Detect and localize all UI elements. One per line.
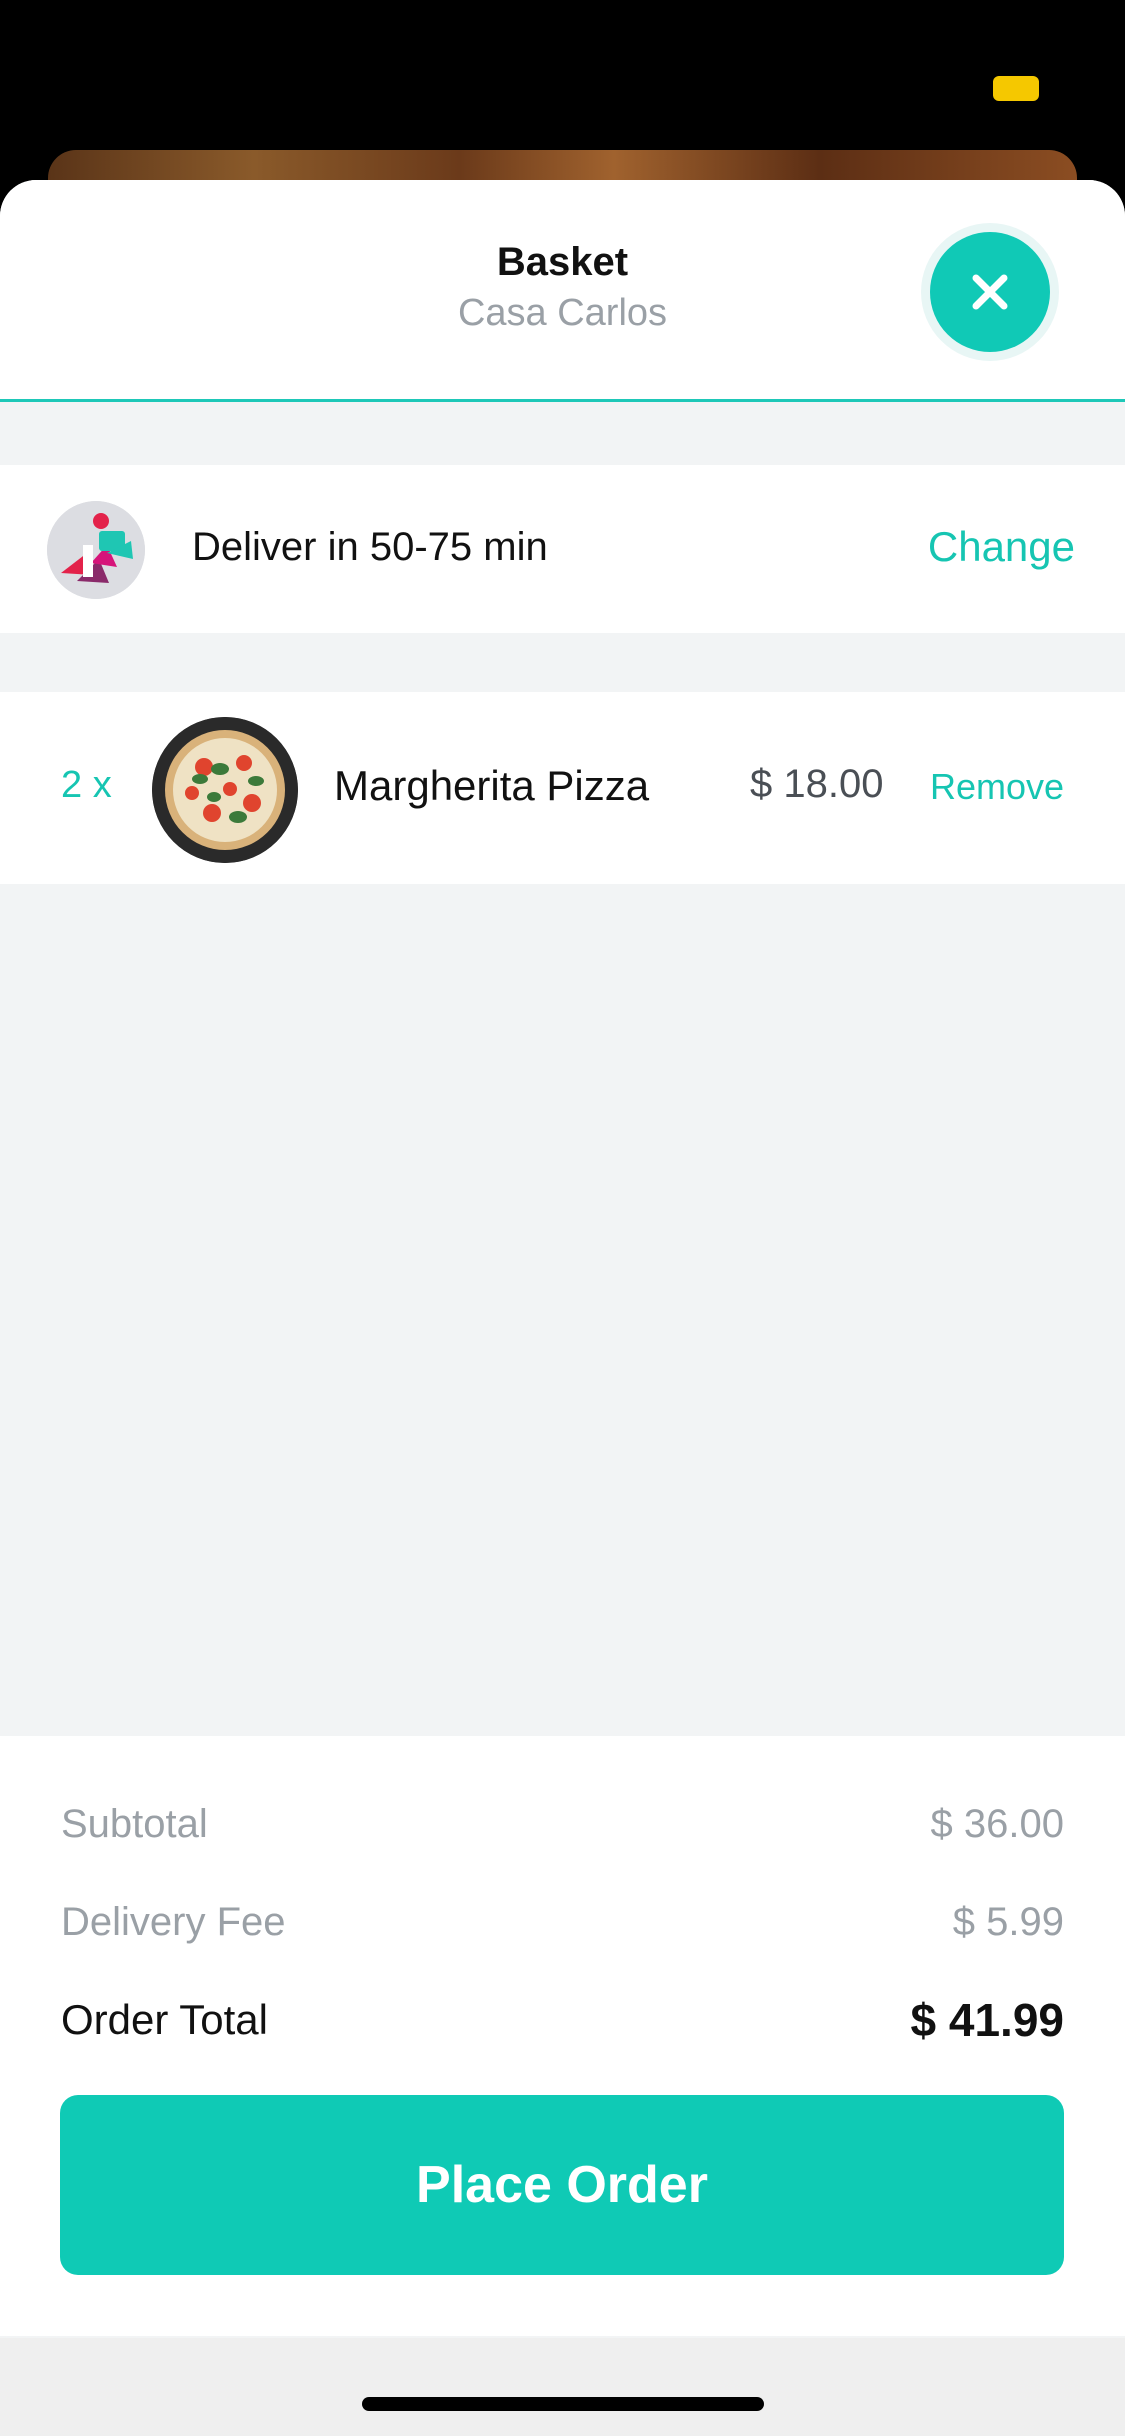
basket-header: Basket Casa Carlos — [0, 180, 1125, 402]
subtotal-value: $ 36.00 — [930, 1802, 1064, 1846]
item-quantity[interactable]: 2 x — [61, 764, 112, 807]
place-order-button[interactable]: Place Order — [60, 2095, 1064, 2275]
margherita-pizza-image — [152, 717, 298, 863]
footer-strip — [0, 2338, 1125, 2436]
close-button-circle[interactable] — [930, 232, 1050, 352]
delivery-time-row: Deliver in 50-75 min Change — [0, 465, 1125, 633]
delivery-fee-value: $ 5.99 — [952, 1900, 1064, 1944]
item-price: $ 18.00 — [750, 762, 884, 806]
place-order-label: Place Order — [416, 2156, 708, 2214]
courier-icon — [47, 501, 145, 599]
status-bar — [0, 0, 1125, 150]
battery-icon — [993, 76, 1039, 101]
home-indicator[interactable] — [362, 2397, 764, 2411]
basket-item-row: 2 x Margherita Pizza $ 18.00 Remove — [0, 692, 1125, 884]
subtotal-label: Subtotal — [61, 1802, 208, 1846]
delivery-fee-label: Delivery Fee — [61, 1900, 286, 1944]
change-delivery-button[interactable]: Change — [928, 523, 1075, 571]
close-icon — [972, 274, 1008, 310]
close-button[interactable] — [921, 223, 1059, 361]
item-name: Margherita Pizza — [334, 762, 650, 809]
delivery-time-text: Deliver in 50-75 min — [192, 525, 548, 569]
order-total-label: Order Total — [61, 1996, 268, 2043]
order-total-value: $ 41.99 — [910, 1994, 1064, 2046]
remove-item-button[interactable]: Remove — [930, 766, 1064, 808]
